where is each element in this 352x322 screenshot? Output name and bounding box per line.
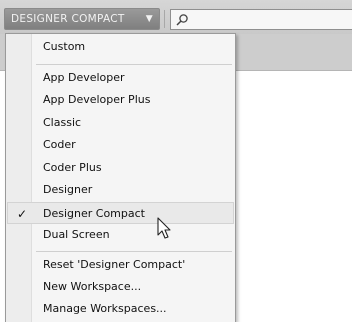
workspace-switcher-button[interactable]: DESIGNER COMPACT ▼	[4, 8, 160, 30]
menu-item-label: App Developer	[43, 71, 125, 84]
workspace-switcher-label: DESIGNER COMPACT	[11, 13, 125, 25]
menu-item-dual-screen[interactable]: Dual Screen	[7, 224, 234, 246]
menu-item-classic[interactable]: Classic	[7, 112, 234, 134]
search-icon	[176, 14, 188, 26]
menu-item-app-developer[interactable]: App Developer	[7, 67, 234, 89]
chevron-down-icon: ▼	[145, 14, 153, 24]
menu-item-label: Coder Plus	[43, 161, 102, 174]
menu-item-label: Coder	[43, 138, 76, 151]
mouse-pointer-icon	[157, 217, 171, 239]
menu-item-designer-compact[interactable]: ✓ Designer Compact	[7, 202, 234, 224]
menu-item-label: Designer Compact	[43, 207, 145, 220]
menu-item-coder[interactable]: Coder	[7, 134, 234, 156]
menu-item-label: Classic	[43, 116, 82, 129]
menu-item-custom[interactable]: Custom	[7, 36, 234, 58]
toolbar-divider	[164, 10, 165, 28]
menu-item-label: Designer	[43, 183, 93, 196]
menu-item-designer[interactable]: Designer	[7, 179, 234, 201]
menu-item-coder-plus[interactable]: Coder Plus	[7, 157, 234, 179]
menu-item-manage-workspaces[interactable]: Manage Workspaces...	[7, 298, 234, 320]
search-input[interactable]	[170, 9, 352, 30]
menu-item-app-developer-plus[interactable]: App Developer Plus	[7, 89, 234, 111]
menu-item-label: Custom	[43, 40, 86, 53]
menu-item-new-workspace[interactable]: New Workspace...	[7, 276, 234, 298]
menu-separator	[36, 251, 232, 252]
workspace-dropdown-menu: Custom App Developer App Developer Plus …	[5, 33, 236, 322]
menu-separator	[36, 64, 232, 65]
menu-item-label: Reset 'Designer Compact'	[43, 258, 186, 271]
menu-item-label: Manage Workspaces...	[43, 302, 167, 315]
menu-item-label: App Developer Plus	[43, 93, 151, 106]
checkmark-icon: ✓	[17, 207, 28, 221]
menu-item-reset-workspace[interactable]: Reset 'Designer Compact'	[7, 254, 234, 276]
menu-item-label: New Workspace...	[43, 280, 142, 293]
application-toolbar: DESIGNER COMPACT ▼	[0, 0, 352, 34]
menu-item-label: Dual Screen	[43, 228, 110, 241]
